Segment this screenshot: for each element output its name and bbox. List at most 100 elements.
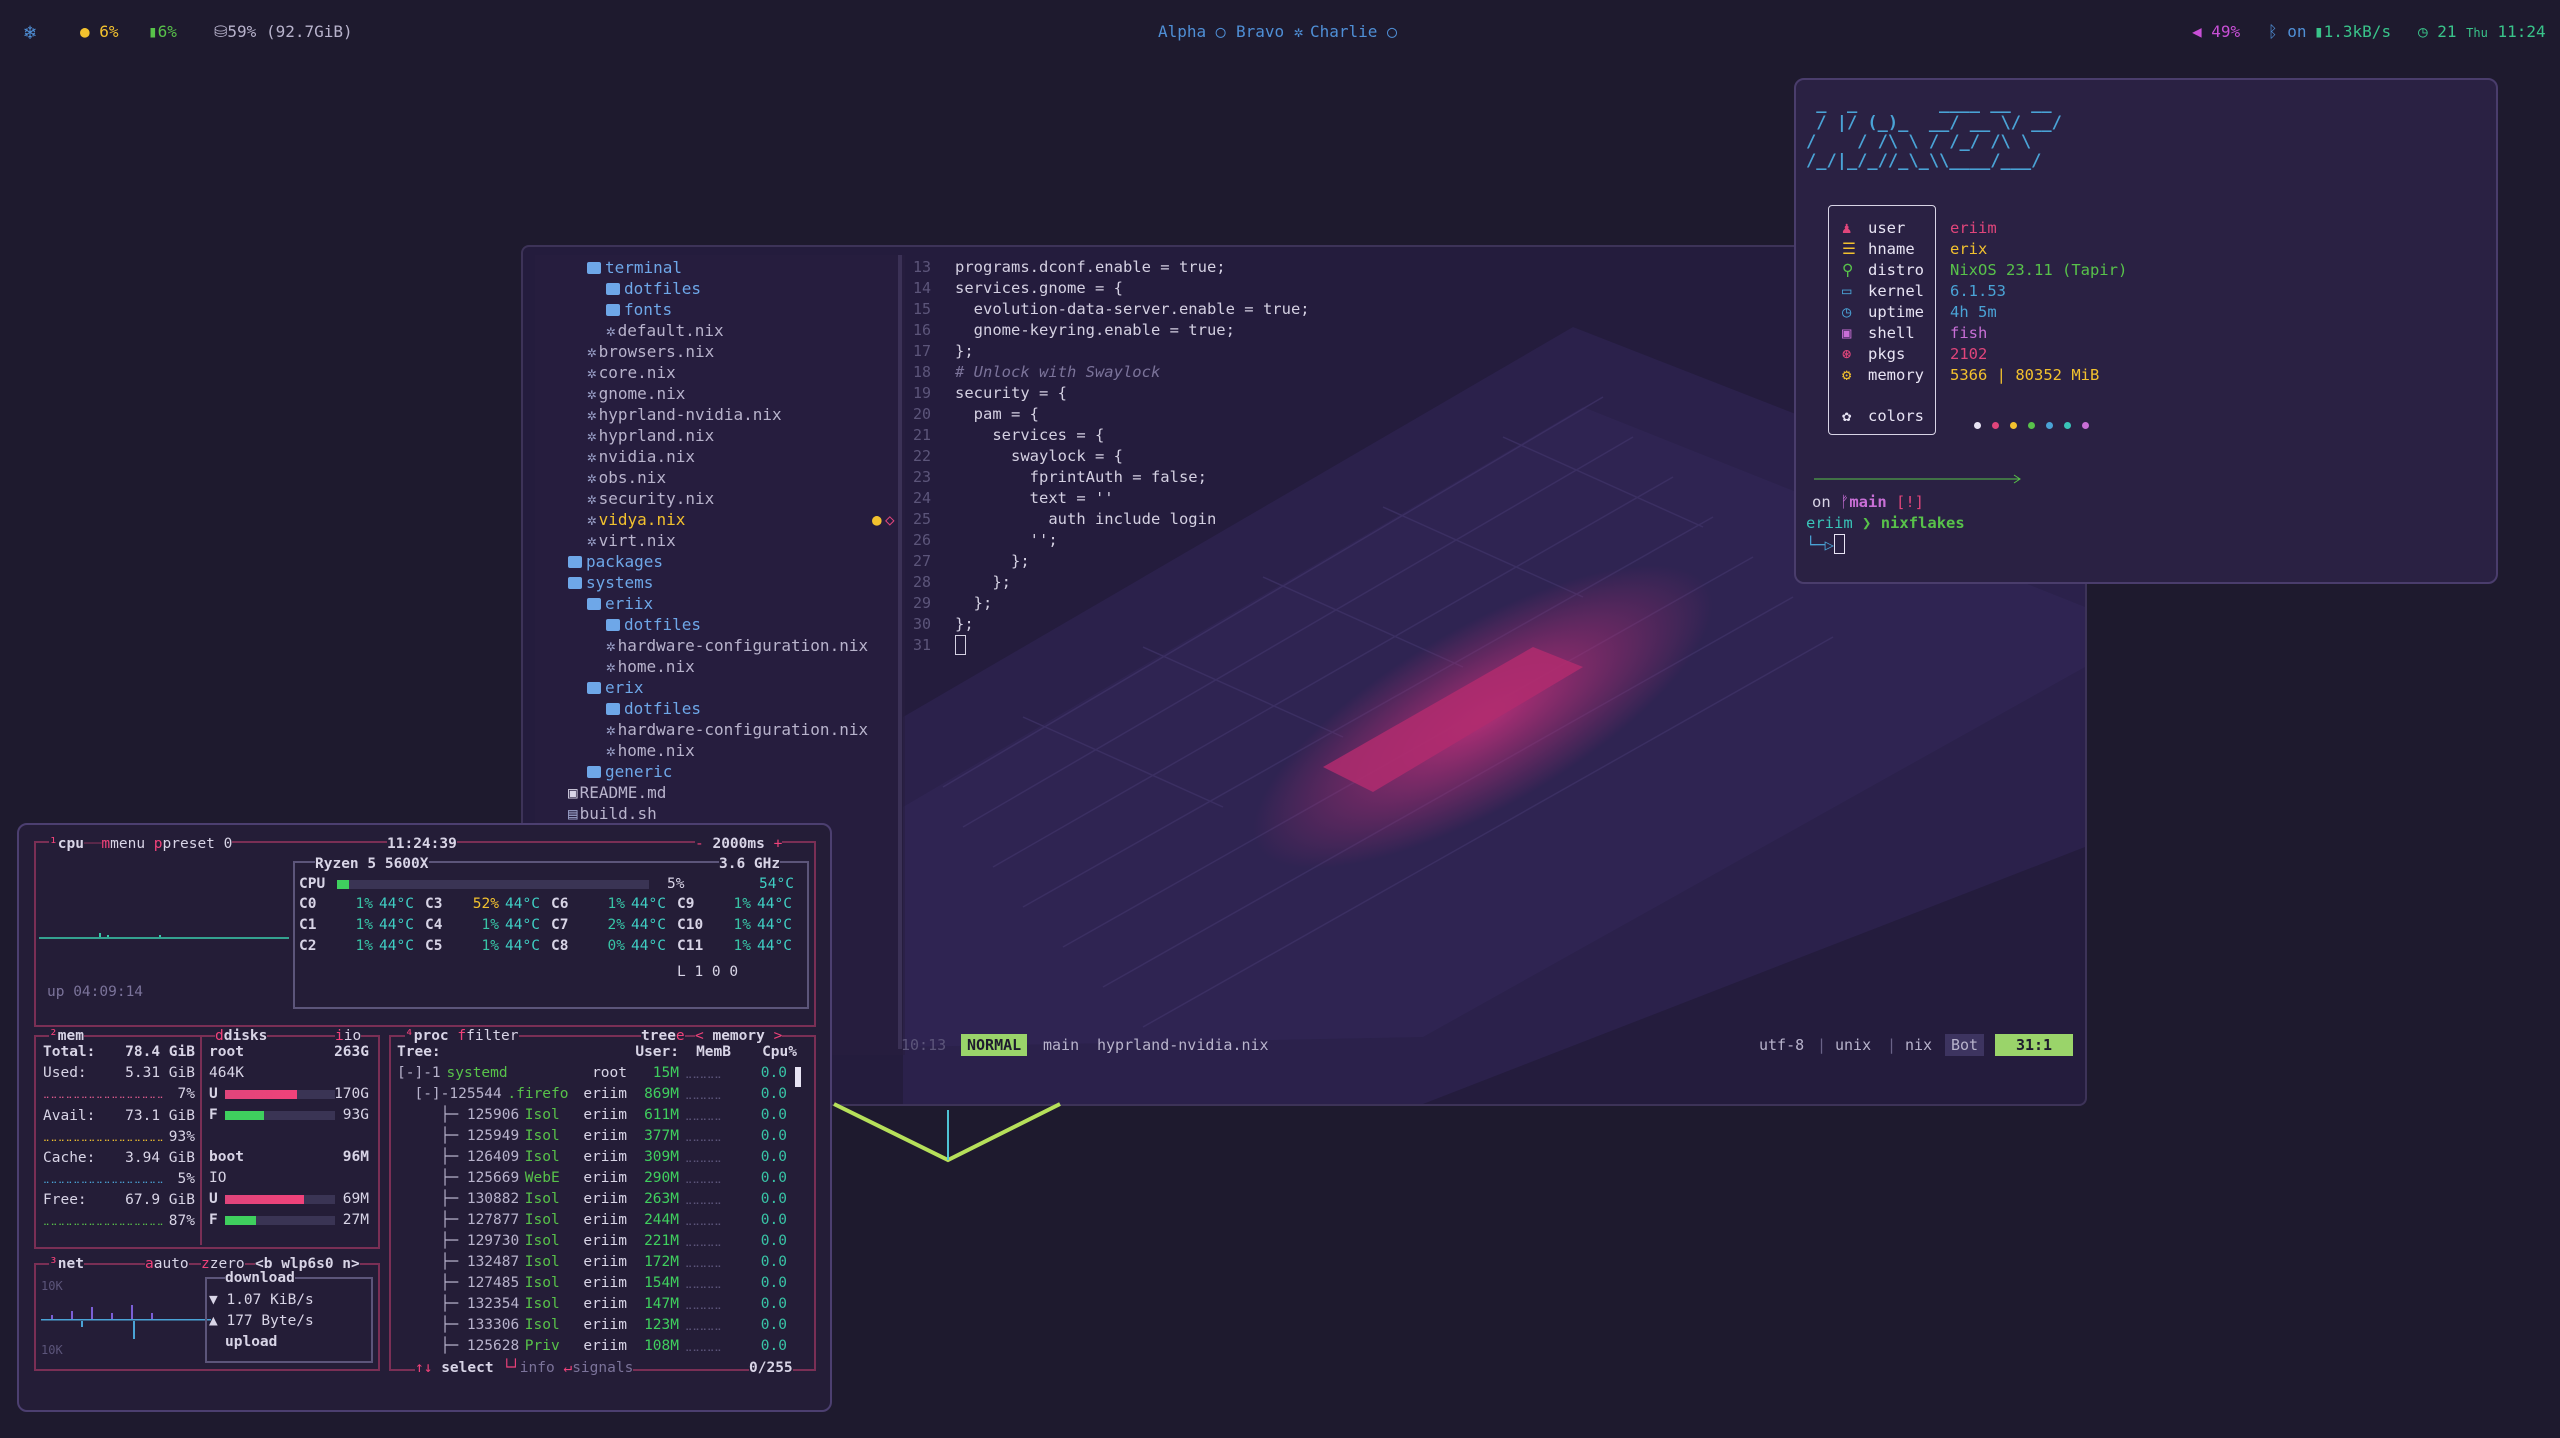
proc-select-label[interactable]: select <box>441 1360 493 1376</box>
code-line[interactable]: swaylock = { <box>955 446 1123 467</box>
tree-item[interactable]: dotfiles <box>606 698 701 719</box>
workspace-bravo[interactable]: Bravo ✲ <box>1236 22 1303 41</box>
tree-item[interactable]: ▤ build.sh <box>568 803 657 824</box>
clock[interactable]: ◷ 21 Thu 11:24 <box>2418 22 2546 41</box>
tree-item[interactable]: systems <box>568 572 653 593</box>
folder-icon <box>587 262 601 274</box>
code-line[interactable]: auth include login <box>955 509 1216 530</box>
proc-row[interactable]: [-]-125544 .firefo eriim 869M ⣀⣀⣀⣀⣀ 0.0 <box>395 1085 795 1104</box>
tree-item[interactable]: ✲ obs.nix <box>587 467 666 488</box>
terminal-window[interactable]: _ _ ____ __ __ / |/ (_)_ __/ __ \/ __// … <box>1794 78 2498 584</box>
net-auto-toggle[interactable]: aauto <box>145 1255 189 1274</box>
proc-tree-pid: ├─ 127877 <box>397 1212 520 1228</box>
proc-row[interactable]: ├─ 133306 Isol eriim 123M ⣀⣀⣀⣀⣀ 0.0 <box>395 1316 795 1335</box>
code-line[interactable]: services = { <box>955 425 1104 446</box>
io-label: io <box>343 1028 362 1044</box>
code-line[interactable]: fprintAuth = false; <box>955 467 1207 488</box>
palette-swatch <box>2046 422 2053 429</box>
code-line[interactable]: }; <box>955 572 1011 593</box>
proc-user: eriim <box>583 1191 627 1207</box>
tree-item[interactable]: eriix <box>587 593 653 614</box>
proc-scrollbar-thumb[interactable] <box>795 1067 801 1087</box>
code-line[interactable]: ''; <box>955 530 1058 551</box>
tree-item[interactable]: ✲ hyprland-nvidia.nix <box>587 404 782 425</box>
core-label: C8 <box>551 938 569 954</box>
code-line[interactable]: security = { <box>955 383 1067 404</box>
proc-row[interactable]: ├─ 125628 Priv eriim 108M ⣀⣀⣀⣀⣀ 0.0 <box>395 1337 795 1356</box>
tree-item[interactable]: ✲ vidya.nix ● ◇ <box>587 509 895 530</box>
tree-item[interactable]: ✲ hyprland.nix <box>587 425 714 446</box>
tree-item[interactable]: ✲ hardware-configuration.nix <box>606 719 868 740</box>
btop-window[interactable]: ¹cpu──mmenu ppreset 0 11:24:39 - 2000ms … <box>17 823 832 1412</box>
proc-row[interactable]: ├─ 125949 Isol eriim 377M ⣀⣀⣀⣀⣀ 0.0 <box>395 1127 795 1146</box>
tree-item[interactable]: erix <box>587 677 644 698</box>
proc-row[interactable]: ├─ 127877 Isol eriim 244M ⣀⣀⣀⣀⣀ 0.0 <box>395 1211 795 1230</box>
nix-snowflake-icon[interactable]: ❄ <box>24 20 36 44</box>
code-line[interactable]: }; <box>955 551 1030 572</box>
tree-item[interactable]: ✲ security.nix <box>587 488 714 509</box>
code-line[interactable]: pam = { <box>955 404 1039 425</box>
cursor-position: 31:1 <box>1995 1034 2073 1056</box>
proc-row[interactable]: ├─ 132487 Isol eriim 172M ⣀⣀⣀⣀⣀ 0.0 <box>395 1253 795 1272</box>
tree-item[interactable]: ✲ home.nix <box>606 740 695 761</box>
core-label: C10 <box>677 917 704 933</box>
upload-label: upload <box>225 1334 278 1350</box>
tree-item[interactable]: fonts <box>606 299 672 320</box>
code-line[interactable]: text = '' <box>955 488 1114 509</box>
mem-used-percent: 7% <box>177 1086 195 1102</box>
tree-item-label: fonts <box>624 300 673 319</box>
proc-row[interactable]: ├─ 125906 Isol eriim 611M ⣀⣀⣀⣀⣀ 0.0 <box>395 1106 795 1125</box>
modified-dot-icon: ● <box>872 510 882 529</box>
proc-row[interactable]: ├─ 129730 Isol eriim 221M ⣀⣀⣀⣀⣀ 0.0 <box>395 1232 795 1251</box>
proc-row[interactable]: ├─ 126409 Isol eriim 309M ⣀⣀⣀⣀⣀ 0.0 <box>395 1148 795 1167</box>
tree-item[interactable]: ✲ nvidia.nix <box>587 446 695 467</box>
tree-item[interactable]: dotfiles <box>606 278 701 299</box>
tree-item[interactable]: ✲ gnome.nix <box>587 383 685 404</box>
tree-item[interactable]: ✲ hardware-configuration.nix <box>606 635 868 656</box>
info-value: 5366 | 80352 MiB <box>1950 366 2100 384</box>
proc-filter-button[interactable]: filter <box>466 1028 518 1044</box>
code-line[interactable]: }; <box>955 593 993 614</box>
proc-info-label[interactable]: info <box>520 1360 555 1376</box>
proc-cpu: 0.0 <box>760 1317 787 1333</box>
workspace-charlie[interactable]: Charlie ◯ <box>1310 22 1397 41</box>
update-rate[interactable]: - 2000ms + <box>695 835 783 854</box>
code-line[interactable]: }; <box>955 341 974 362</box>
cpu-menu-button[interactable]: menu <box>110 836 145 852</box>
tree-item[interactable]: terminal <box>587 257 682 278</box>
tree-item[interactable]: packages <box>568 551 663 572</box>
code-line[interactable]: evolution-data-server.enable = true; <box>955 299 1310 320</box>
tree-item[interactable]: ▣ README.md <box>568 782 666 803</box>
tree-item[interactable]: dotfiles <box>606 614 701 635</box>
nix-file-icon: ✲ <box>606 657 616 676</box>
tree-item[interactable]: generic <box>587 761 672 782</box>
network-indicator[interactable]: ▮1.3kB/s <box>2314 22 2391 41</box>
proc-row[interactable]: [-]-1 systemd root 15M ⣀⣀⣀⣀⣀ 0.0 <box>395 1064 795 1083</box>
code-line[interactable]: # Unlock with Swaylock <box>955 362 1160 383</box>
code-line[interactable]: programs.dconf.enable = true; <box>955 257 1226 278</box>
pane-divider[interactable] <box>898 255 902 1049</box>
preset-button[interactable]: preset 0 <box>163 836 233 852</box>
proc-row[interactable]: ├─ 127485 Isol eriim 154M ⣀⣀⣀⣀⣀ 0.0 <box>395 1274 795 1293</box>
tree-item[interactable]: ✲ browsers.nix <box>587 341 714 362</box>
proc-row[interactable]: ├─ 130882 Isol eriim 263M ⣀⣀⣀⣀⣀ 0.0 <box>395 1190 795 1209</box>
code-line[interactable]: }; <box>955 614 974 635</box>
tree-item[interactable]: ✲ virt.nix <box>587 530 676 551</box>
prompt-input-line[interactable]: └─▷ <box>1806 534 1845 555</box>
code-line[interactable]: gnome-keyring.enable = true; <box>955 320 1235 341</box>
workspace-alpha[interactable]: Alpha ◯ <box>1158 22 1225 41</box>
core-label: C11 <box>677 938 704 954</box>
bluetooth-indicator[interactable]: ᛒ on <box>2268 22 2307 41</box>
code-line[interactable] <box>955 635 966 656</box>
tree-item[interactable]: ✲ core.nix <box>587 362 676 383</box>
proc-row[interactable]: ├─ 132354 Isol eriim 147M ⣀⣀⣀⣀⣀ 0.0 <box>395 1295 795 1314</box>
proc-row[interactable]: ├─ 125669 WebE eriim 290M ⣀⣀⣀⣀⣀ 0.0 <box>395 1169 795 1188</box>
line-number: 30 <box>912 615 931 633</box>
proc-mem-graph: ⣀⣀⣀⣀⣀ <box>685 1299 722 1310</box>
proc-signals-label[interactable]: signals <box>572 1360 633 1376</box>
tree-item[interactable]: ✲ default.nix <box>606 320 724 341</box>
info-value: NixOS 23.11 (Tapir) <box>1950 261 2128 279</box>
volume-indicator[interactable]: ◀ 49% <box>2192 22 2240 41</box>
tree-item[interactable]: ✲ home.nix <box>606 656 695 677</box>
code-line[interactable]: services.gnome = { <box>955 278 1123 299</box>
